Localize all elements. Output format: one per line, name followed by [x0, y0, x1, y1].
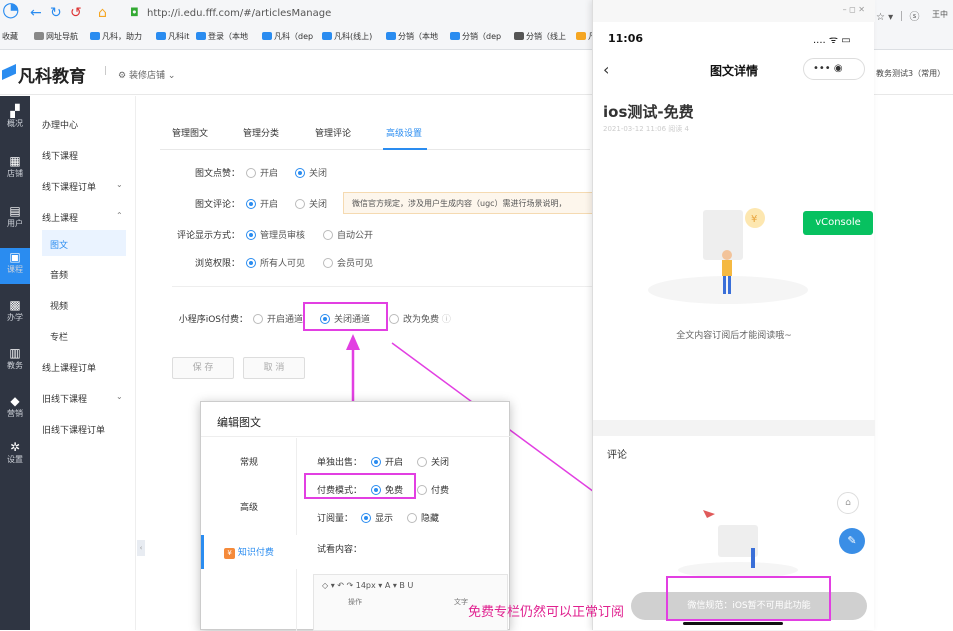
toolbar-group-label: 文字	[454, 598, 468, 606]
sell-label: 单独出售：	[317, 458, 363, 468]
highlight-box	[304, 473, 416, 499]
paid-icon: ¥	[224, 548, 236, 559]
highlight-box	[666, 576, 831, 621]
dialog-nav-paid[interactable]: ¥ 知识付费	[201, 545, 297, 559]
comment-heading: 评论	[607, 450, 627, 461]
status-icons: .... ᯤ ▭	[813, 35, 851, 46]
section-gap	[593, 420, 875, 436]
window-controls-icon[interactable]: – ◻ ✕	[843, 5, 865, 14]
subscriptions-label: 订阅量：	[317, 514, 354, 524]
dialog-title: 编辑图文	[217, 416, 261, 429]
svg-text:¥: ¥	[751, 214, 757, 225]
sub-show-radio[interactable]: 显示	[361, 511, 393, 524]
trial-content-label: 试看内容：	[317, 545, 363, 555]
capsule-menu[interactable]: ••• ◉	[803, 58, 865, 80]
annotation-caption: 免费专栏仍然可以正常订阅	[468, 605, 625, 620]
comment-fab-icon[interactable]: ✎	[839, 528, 865, 554]
article-title: ios测试-免费	[603, 103, 694, 121]
sell-off-radio[interactable]: 关闭	[417, 455, 449, 468]
locked-illustration: ¥	[648, 208, 808, 304]
home-indicator	[683, 622, 783, 625]
toolbar-group-label: 操作	[348, 598, 362, 606]
divider	[201, 436, 511, 437]
sub-hide-radio[interactable]: 隐藏	[407, 511, 439, 524]
locked-message: 全文内容订阅后才能阅读哦~	[676, 331, 792, 341]
edit-article-dialog: 编辑图文 常规 高级 ¥ 知识付费 单独出售： 开启 关闭 付费模式： 免费 付…	[200, 401, 511, 631]
status-time: 11:06	[608, 32, 644, 45]
article-meta: 2021-03-12 11:06 阅读 4	[603, 125, 689, 133]
vconsole-button[interactable]: vConsole	[803, 211, 873, 235]
dialog-nav-advanced[interactable]: 高级	[201, 500, 297, 513]
dialog-nav-general[interactable]: 常规	[201, 455, 297, 468]
preview-window-bar: – ◻ ✕	[593, 0, 875, 22]
editor-toolbar[interactable]: ◇ ▾ ↶ ↷ 14px ▾ A ▾ B U	[322, 581, 413, 590]
arrow-head	[346, 334, 360, 350]
empty-comment-illustration	[678, 510, 798, 578]
sell-on-radio[interactable]: 开启	[371, 455, 403, 468]
pay-paid-radio[interactable]: 付费	[417, 483, 449, 496]
phone-preview: – ◻ ✕ 11:06 .... ᯤ ▭ ‹ 图文详情 ••• ◉ ios测试-…	[592, 0, 875, 630]
home-icon[interactable]: ⌂	[837, 492, 859, 514]
